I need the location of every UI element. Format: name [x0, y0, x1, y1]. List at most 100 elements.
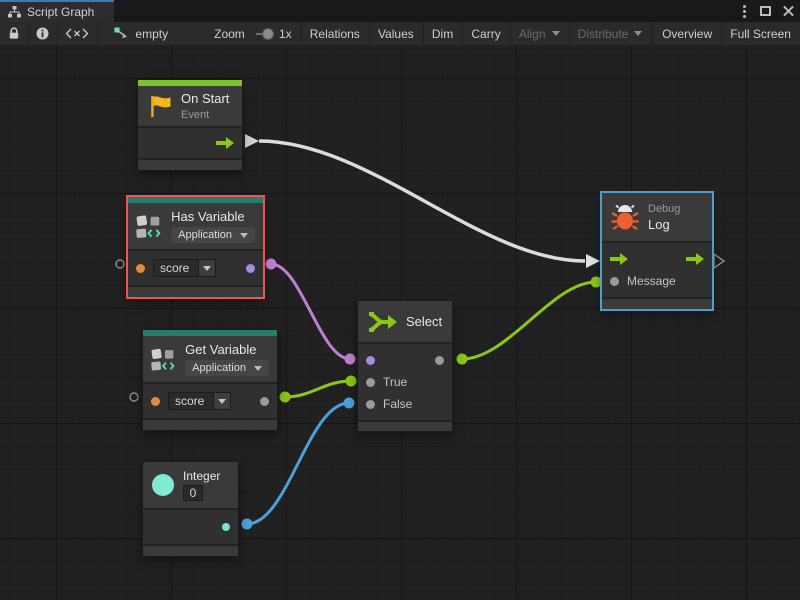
graph-breadcrumb[interactable]: empty	[105, 22, 177, 45]
window-menu-icon[interactable]	[741, 3, 748, 20]
node-title: Log	[648, 217, 680, 232]
bool-output-port[interactable]	[246, 264, 255, 273]
info-button[interactable]	[28, 22, 57, 45]
value-output-port[interactable]	[260, 397, 269, 406]
false-input-port[interactable]	[366, 400, 375, 409]
variable-scope-dropdown[interactable]: Application	[171, 227, 255, 243]
toolbar-button-relations[interactable]: Relations	[301, 22, 369, 45]
bug-icon	[611, 203, 639, 231]
variable-scope-dropdown[interactable]: Application	[185, 360, 269, 376]
node-footer	[358, 422, 452, 431]
toolbar-button-overview[interactable]: Overview	[653, 22, 721, 45]
graph-toolbar: empty Zoom 1x Relations Values Dim Carry…	[0, 22, 800, 45]
variable-name-value: score	[169, 393, 213, 409]
node-footer	[602, 299, 712, 309]
node-footer	[143, 546, 238, 556]
message-input-port[interactable]	[610, 277, 619, 286]
variable-name-field[interactable]: score	[153, 259, 216, 277]
variable-icon	[151, 346, 176, 373]
node-title: Get Variable	[185, 342, 269, 357]
integer-value: 0	[190, 486, 197, 500]
chevron-down-icon	[254, 366, 262, 371]
selection-output-port[interactable]	[435, 356, 444, 365]
zoom-value: 1x	[270, 22, 301, 45]
toolbar-button-values[interactable]: Values	[369, 22, 423, 45]
flow-input-port[interactable]	[610, 253, 628, 265]
toolbar-button-distribute[interactable]: Distribute	[569, 22, 652, 45]
variable-icon	[136, 213, 162, 240]
node-footer	[143, 420, 277, 430]
distribute-label: Distribute	[578, 27, 629, 41]
angle-brackets-icon	[65, 28, 89, 39]
variable-picker-button[interactable]	[198, 260, 215, 276]
node-footer	[138, 160, 242, 170]
chevron-down-icon	[634, 31, 642, 36]
scope-value: Application	[178, 229, 232, 241]
unconnected-input-port[interactable]	[130, 393, 138, 401]
node-on-start[interactable]: On Start Event	[138, 80, 242, 170]
select-icon	[367, 311, 397, 333]
tab-bar: Script Graph	[0, 0, 800, 22]
true-input-port[interactable]	[366, 378, 375, 387]
true-port-label: True	[383, 375, 407, 389]
graph-breadcrumb-label: empty	[135, 27, 168, 41]
integer-value-field[interactable]: 0	[183, 485, 203, 501]
window-controls	[741, 0, 794, 22]
node-footer	[128, 287, 263, 297]
variable-name-value: score	[154, 260, 198, 276]
flag-icon	[148, 94, 172, 118]
graph-pointer-icon	[114, 27, 129, 41]
node-title: On Start	[181, 91, 229, 106]
message-port-label: Message	[627, 274, 676, 288]
wire-endpoint[interactable]	[591, 277, 602, 288]
wire-endpoint[interactable]	[266, 259, 277, 270]
zoom-label: Zoom	[205, 22, 254, 45]
toolbar-button-carry[interactable]: Carry	[462, 22, 509, 45]
zoom-slider[interactable]	[256, 33, 268, 35]
toolbar-button-dim[interactable]: Dim	[423, 22, 462, 45]
chevron-down-icon	[240, 233, 248, 238]
unit-options-button[interactable]	[57, 22, 97, 45]
wire-endpoint[interactable]	[344, 398, 355, 409]
flow-output-port[interactable]	[686, 253, 704, 265]
align-label: Align	[519, 27, 546, 41]
toolbar-button-align[interactable]: Align	[510, 22, 569, 45]
integer-icon	[152, 474, 174, 496]
wire-endpoint[interactable]	[280, 392, 291, 403]
node-title: Has Variable	[171, 209, 255, 224]
false-port-label: False	[383, 397, 412, 411]
flow-output-port[interactable]	[216, 137, 234, 149]
variable-picker-button[interactable]	[213, 393, 230, 409]
tab-script-graph[interactable]: Script Graph	[0, 0, 114, 22]
scope-value: Application	[192, 362, 246, 374]
close-icon[interactable]	[783, 6, 794, 17]
node-select[interactable]: Select True False	[358, 301, 452, 431]
wire-endpoint[interactable]	[242, 519, 253, 530]
node-has-variable[interactable]: Has Variable Application score	[128, 197, 263, 297]
node-subtitle: Event	[181, 109, 229, 121]
name-input-port[interactable]	[151, 397, 160, 406]
graph-icon	[8, 6, 21, 18]
lock-button[interactable]	[0, 22, 28, 45]
lock-icon	[8, 27, 20, 40]
toolbar-button-fullscreen[interactable]: Full Screen	[721, 22, 800, 45]
chevron-down-icon	[552, 31, 560, 36]
wire-endpoint[interactable]	[457, 354, 468, 365]
info-icon	[36, 27, 49, 40]
maximize-icon[interactable]	[760, 6, 771, 16]
node-title: Integer	[183, 469, 220, 483]
wire-endpoint[interactable]	[346, 376, 357, 387]
node-title: Select	[406, 314, 442, 329]
node-integer[interactable]: Integer 0	[143, 462, 238, 556]
int-output-port[interactable]	[222, 523, 230, 531]
script-graph-window: Script Graph	[0, 0, 800, 600]
name-input-port[interactable]	[136, 264, 145, 273]
tab-title: Script Graph	[27, 5, 94, 19]
node-get-variable[interactable]: Get Variable Application score	[143, 330, 277, 430]
node-debug-log[interactable]: Debug Log Message	[602, 193, 712, 309]
variable-name-field[interactable]: score	[168, 392, 231, 410]
condition-input-port[interactable]	[366, 356, 375, 365]
unconnected-input-port[interactable]	[116, 260, 124, 268]
wire-endpoint[interactable]	[345, 354, 356, 365]
zoom-slider-handle[interactable]	[262, 28, 274, 40]
